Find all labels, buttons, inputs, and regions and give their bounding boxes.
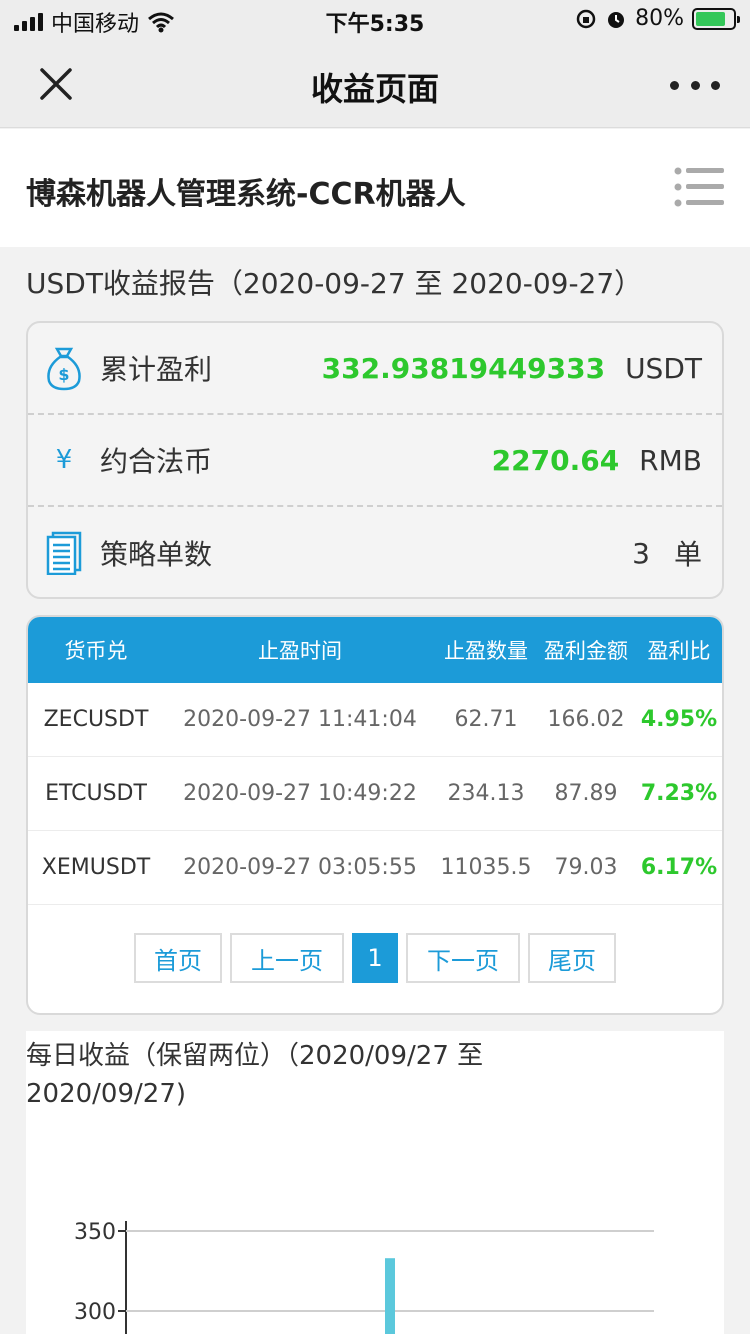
daily-profit-chart: 每日收益（保留两位）（2020/09/27 至 2020/09/27) 350 3… bbox=[26, 1031, 724, 1334]
battery-percent: 80% bbox=[635, 6, 684, 31]
cell-amount: 234.13 bbox=[447, 781, 525, 806]
report-title: USDT收益报告（2020-09-27 至 2020-09-27） bbox=[26, 267, 643, 300]
cell-time: 2020-09-27 11:41:04 bbox=[183, 707, 417, 732]
profit-table-card: 货币兑 止盈时间 止盈数量 盈利金额 盈利比 ZECUSDT 2020-09-2… bbox=[26, 615, 724, 1015]
more-icon-dot bbox=[690, 80, 700, 90]
yen-icon: ¥ bbox=[28, 445, 100, 475]
rotation-lock-icon bbox=[576, 9, 596, 28]
table-row: ETCUSDT 2020-09-27 10:49:22 234.13 87.89… bbox=[28, 757, 722, 831]
prev-page-button[interactable]: 上一页 bbox=[230, 933, 344, 983]
money-bag-icon: $ bbox=[28, 345, 100, 391]
cell-ratio: 6.17% bbox=[640, 855, 718, 880]
system-title: 博森机器人管理系统-CCR机器人 bbox=[26, 177, 466, 212]
total-profit-label: 累计盈利 bbox=[100, 353, 213, 386]
yen-symbol: ¥ bbox=[55, 445, 73, 475]
system-header: 博森机器人管理系统-CCR机器人 bbox=[0, 129, 750, 247]
table-header: 货币兑 止盈时间 止盈数量 盈利金额 盈利比 bbox=[28, 617, 722, 683]
first-page-button[interactable]: 首页 bbox=[134, 933, 222, 983]
header-ratio: 盈利比 bbox=[647, 639, 711, 663]
chart-canvas: 350 300 bbox=[74, 1220, 654, 1334]
chart-bar bbox=[385, 1258, 395, 1334]
summary-total-profit-row: $ 累计盈利 332.93819449333 USDT bbox=[28, 323, 722, 415]
next-page-button[interactable]: 下一页 bbox=[406, 933, 520, 983]
fiat-label: 约合法币 bbox=[100, 445, 213, 478]
cell-time: 2020-09-27 10:49:22 bbox=[183, 781, 417, 806]
status-bar: 中国移动 下午5:35 80% bbox=[0, 0, 750, 40]
table-row: XEMUSDT 2020-09-27 03:05:55 11035.5 79.0… bbox=[28, 831, 722, 905]
cell-amount: 11035.5 bbox=[440, 855, 532, 880]
orders-unit: 单 bbox=[673, 538, 702, 571]
cell-time: 2020-09-27 03:05:55 bbox=[183, 855, 417, 880]
summary-card: $ 累计盈利 332.93819449333 USDT ¥ 约合法币 2270.… bbox=[26, 321, 724, 599]
cell-ratio: 4.95% bbox=[640, 707, 718, 732]
y-tick-label: 350 bbox=[74, 1220, 116, 1245]
battery-icon bbox=[692, 7, 740, 30]
summary-orders-row: 策略单数 3 单 bbox=[28, 507, 722, 599]
y-tick-label: 300 bbox=[74, 1300, 116, 1325]
cell-amount: 62.71 bbox=[454, 707, 518, 732]
more-button[interactable] bbox=[670, 70, 720, 100]
fiat-unit: RMB bbox=[639, 443, 702, 477]
cell-pair: ZECUSDT bbox=[43, 707, 149, 732]
header-amount: 止盈数量 bbox=[444, 639, 528, 663]
page-title: 收益页面 bbox=[310, 70, 439, 108]
table-row: ZECUSDT 2020-09-27 11:41:04 62.71 166.02… bbox=[28, 683, 722, 757]
header-time: 止盈时间 bbox=[258, 639, 342, 663]
orders-value: 3 bbox=[632, 536, 650, 570]
header-pair: 货币兑 bbox=[64, 639, 128, 663]
alarm-icon bbox=[608, 11, 625, 28]
cell-ratio: 7.23% bbox=[640, 781, 718, 806]
cell-pair: XEMUSDT bbox=[41, 855, 151, 880]
cell-profit: 166.02 bbox=[547, 707, 625, 732]
document-icon bbox=[28, 531, 100, 575]
cell-profit: 87.89 bbox=[554, 781, 618, 806]
more-icon-dot bbox=[711, 80, 720, 90]
cell-profit: 79.03 bbox=[554, 855, 618, 880]
fiat-value: 2270.64 bbox=[491, 443, 620, 477]
header-profit: 盈利金额 bbox=[544, 639, 628, 663]
svg-text:$: $ bbox=[58, 365, 69, 384]
last-page-button[interactable]: 尾页 bbox=[528, 933, 616, 983]
summary-fiat-row: ¥ 约合法币 2270.64 RMB bbox=[28, 415, 722, 507]
menu-button[interactable] bbox=[674, 165, 726, 209]
total-profit-unit: USDT bbox=[625, 351, 702, 385]
more-icon-dot bbox=[670, 80, 679, 90]
current-page-button[interactable]: 1 bbox=[352, 933, 398, 983]
nav-bar: 收益页面 bbox=[0, 40, 750, 128]
pagination: 首页 上一页 1 下一页 尾页 bbox=[28, 933, 722, 983]
orders-label: 策略单数 bbox=[100, 538, 213, 571]
list-menu-icon bbox=[674, 167, 724, 207]
cell-pair: ETCUSDT bbox=[45, 781, 147, 806]
status-right: 80% bbox=[575, 6, 740, 31]
total-profit-value: 332.93819449333 bbox=[321, 351, 606, 385]
